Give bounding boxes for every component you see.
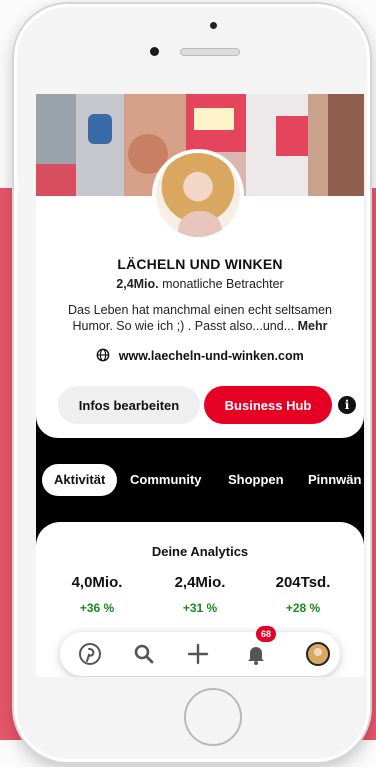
bell-icon[interactable] (244, 642, 268, 666)
nav-avatar[interactable] (306, 642, 330, 666)
notification-badge: 68 (256, 626, 276, 642)
bio-more-link[interactable]: Mehr (298, 319, 328, 333)
search-icon[interactable] (132, 642, 156, 666)
website-url: www.laecheln-und-winken.com (118, 349, 304, 363)
analytics-title: Deine Analytics (151, 544, 249, 559)
profile-tabs: Aktivität Community Shoppen Pinnwän (36, 460, 364, 500)
stat-value-impressions: 4,0Mio. (71, 574, 123, 591)
info-icon[interactable]: i (338, 396, 356, 414)
viewers-count: 2,4Mio. (116, 277, 159, 291)
stat-change-impressions: +36 % (79, 601, 115, 615)
monthly-viewers: 2,4Mio. monatliche Betrachter (36, 277, 364, 291)
phone-frame: LÄCHELN UND WINKEN 2,4Mio. monatliche Be… (14, 4, 370, 762)
bio-text: Das Leben hat manchmal einen echt seltsa… (67, 303, 333, 333)
stat-value-engagements: 204Tsd. (275, 574, 331, 591)
viewers-label: monatliche Betrachter (162, 277, 284, 291)
stat-change-engagements: +28 % (285, 601, 321, 615)
tab-boards[interactable]: Pinnwän (308, 464, 361, 496)
stat-change-viewers: +31 % (182, 601, 218, 615)
profile-name: LÄCHELN UND WINKEN (117, 256, 283, 272)
website-link[interactable]: www.laecheln-und-winken.com (36, 348, 364, 363)
tab-shop[interactable]: Shoppen (228, 464, 284, 496)
tab-community[interactable]: Community (130, 464, 202, 496)
profile-bio: Das Leben hat manchmal einen echt seltsa… (48, 302, 352, 334)
camera (150, 47, 159, 56)
profile-avatar[interactable] (152, 149, 244, 241)
globe-icon (96, 348, 110, 362)
pinterest-icon[interactable] (78, 642, 102, 666)
sensor-dot (210, 22, 217, 29)
tab-activity[interactable]: Aktivität (42, 464, 118, 496)
business-hub-button[interactable]: Business Hub (204, 386, 332, 424)
app-screen: LÄCHELN UND WINKEN 2,4Mio. monatliche Be… (36, 94, 364, 677)
speaker-grille (180, 48, 240, 56)
stat-value-viewers: 2,4Mio. (174, 574, 226, 591)
profile-card: LÄCHELN UND WINKEN 2,4Mio. monatliche Be… (36, 94, 364, 438)
plus-icon[interactable] (186, 642, 210, 666)
edit-profile-button[interactable]: Infos bearbeiten (58, 386, 200, 424)
home-button[interactable] (184, 688, 242, 746)
bottom-nav: 68 (60, 626, 340, 676)
